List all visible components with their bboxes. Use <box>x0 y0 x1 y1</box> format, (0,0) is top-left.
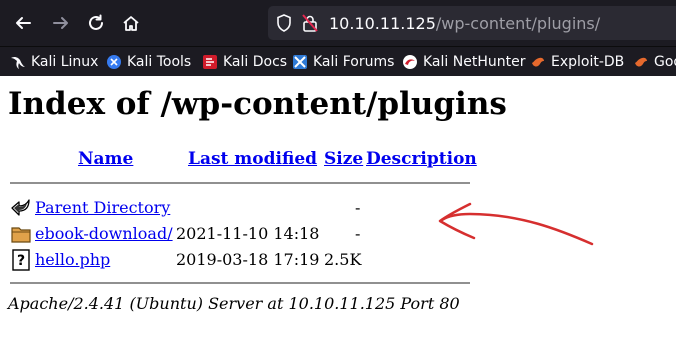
kali-forums-icon <box>292 54 308 70</box>
column-header-size[interactable]: Size <box>324 149 363 169</box>
google-hacking-db-icon <box>633 54 649 70</box>
reload-icon <box>89 14 103 30</box>
forward-button[interactable] <box>46 8 76 38</box>
url-path: /wp-content/plugins/ <box>435 14 601 33</box>
bookmarks-bar: Kali Linux Kali Tools Kali Docs Kali For… <box>0 46 676 76</box>
insecure-lock-icon[interactable] <box>302 14 318 32</box>
home-icon <box>123 16 139 31</box>
url-host: 10.10.11.125 <box>329 14 436 33</box>
bookmark-kali-linux[interactable]: Kali Linux <box>10 52 98 72</box>
exploit-db-icon <box>530 54 546 70</box>
row-size: - <box>355 198 361 217</box>
column-header-last-modified[interactable]: Last modified <box>188 149 317 169</box>
footer-divider <box>10 282 470 284</box>
unknown-file-icon: ? <box>10 249 32 271</box>
kali-tools-icon <box>106 54 122 70</box>
back-arrow-icon <box>16 17 31 29</box>
home-button[interactable] <box>116 8 146 38</box>
row-modified: 2019-03-18 17:19 <box>176 250 320 269</box>
kali-dragon-icon <box>10 54 26 70</box>
bookmark-exploit-db[interactable]: Exploit-DB <box>530 52 624 72</box>
back-arrow-icon <box>10 196 32 218</box>
file-link-hello-php[interactable]: hello.php <box>35 250 110 269</box>
page-title: Index of /wp-content/plugins <box>8 86 507 122</box>
browser-toolbar: 10.10.11.125/wp-content/plugins/ <box>0 0 676 46</box>
column-header-description[interactable]: Description <box>366 149 477 169</box>
reload-button[interactable] <box>81 8 111 38</box>
bookmark-kali-tools[interactable]: Kali Tools <box>106 52 191 72</box>
parent-directory-link[interactable]: Parent Directory <box>35 198 170 217</box>
column-header-name[interactable]: Name <box>78 149 133 169</box>
directory-link-ebook-download[interactable]: ebook-download/ <box>35 224 173 243</box>
address-bar[interactable]: 10.10.11.125/wp-content/plugins/ <box>268 6 676 40</box>
row-size: - <box>355 224 361 243</box>
bookmark-google-hacking-db[interactable]: Goo <box>633 52 676 72</box>
row-size: 2.5K <box>324 250 362 269</box>
url-text[interactable]: 10.10.11.125/wp-content/plugins/ <box>329 14 600 33</box>
header-divider <box>10 182 470 184</box>
server-signature: Apache/2.4.41 (Ubuntu) Server at 10.10.1… <box>8 294 460 313</box>
shield-icon[interactable] <box>276 14 292 32</box>
bookmark-kali-nethunter[interactable]: Kali NetHunter <box>402 52 525 72</box>
row-modified: 2021-11-10 14:18 <box>176 224 320 243</box>
folder-icon <box>10 223 32 245</box>
kali-docs-icon <box>202 54 218 70</box>
kali-nethunter-icon <box>402 54 418 70</box>
svg-text:?: ? <box>17 253 25 269</box>
bookmark-kali-docs[interactable]: Kali Docs <box>202 52 287 72</box>
bookmark-kali-forums[interactable]: Kali Forums <box>292 52 394 72</box>
forward-arrow-icon <box>53 17 68 29</box>
back-button[interactable] <box>8 8 38 38</box>
